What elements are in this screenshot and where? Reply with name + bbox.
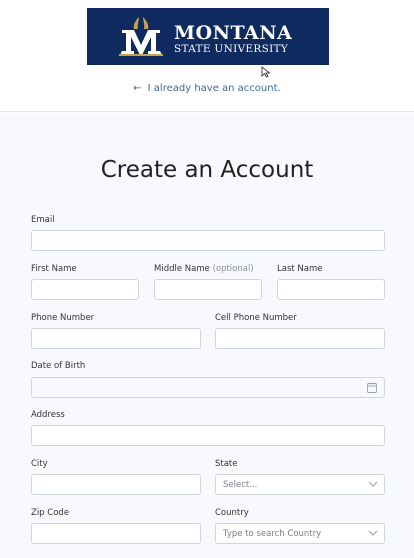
phone-field[interactable] xyxy=(31,328,201,349)
last-name-field[interactable] xyxy=(277,279,385,300)
optional-tag: (optional) xyxy=(212,264,254,274)
arrow-left-icon: ← xyxy=(133,83,142,94)
country-select[interactable]: Type to search Country xyxy=(215,523,385,544)
zip-label: Zip Code xyxy=(31,508,70,518)
phone-label: Phone Number xyxy=(31,313,95,323)
middle-name-field[interactable] xyxy=(154,279,262,300)
mouse-cursor-icon xyxy=(261,66,271,78)
state-select[interactable]: Select... xyxy=(215,474,385,495)
country-placeholder: Type to search Country xyxy=(223,529,322,539)
address-label: Address xyxy=(31,410,65,420)
chevron-down-icon xyxy=(368,481,378,487)
state-label: State xyxy=(215,459,238,469)
cell-phone-field[interactable] xyxy=(215,328,385,349)
logo-text-state-university: STATE UNIVERSITY xyxy=(174,43,289,55)
country-label: Country xyxy=(215,508,249,518)
already-have-account-link[interactable]: ← I already have an account. xyxy=(0,83,414,94)
cell-phone-label: Cell Phone Number xyxy=(215,313,297,323)
first-name-label: First Name xyxy=(31,264,77,274)
page-title: Create an Account xyxy=(100,157,314,183)
calendar-icon[interactable] xyxy=(367,382,377,393)
header-bar: MONTANA STATE UNIVERSITY ← I already have… xyxy=(0,0,414,112)
logo-text-montana: MONTANA xyxy=(174,22,293,44)
back-link-text: I already have an account. xyxy=(147,83,281,94)
middle-name-label-text: Middle Name xyxy=(154,264,210,274)
state-placeholder: Select... xyxy=(223,480,258,490)
middle-name-label: Middle Name (optional) xyxy=(154,264,254,274)
email-label: Email xyxy=(31,215,55,225)
chevron-down-icon xyxy=(368,530,378,536)
msu-logo[interactable]: MONTANA STATE UNIVERSITY xyxy=(87,8,329,65)
zip-field[interactable] xyxy=(31,523,201,544)
first-name-field[interactable] xyxy=(31,279,139,300)
city-field[interactable] xyxy=(31,474,201,495)
msu-m-logo-icon xyxy=(119,17,163,56)
last-name-label: Last Name xyxy=(277,264,323,274)
email-field[interactable] xyxy=(31,230,385,251)
dob-label: Date of Birth xyxy=(31,361,86,371)
address-field[interactable] xyxy=(31,425,385,446)
dob-field[interactable] xyxy=(31,377,385,398)
city-label: City xyxy=(31,459,48,469)
